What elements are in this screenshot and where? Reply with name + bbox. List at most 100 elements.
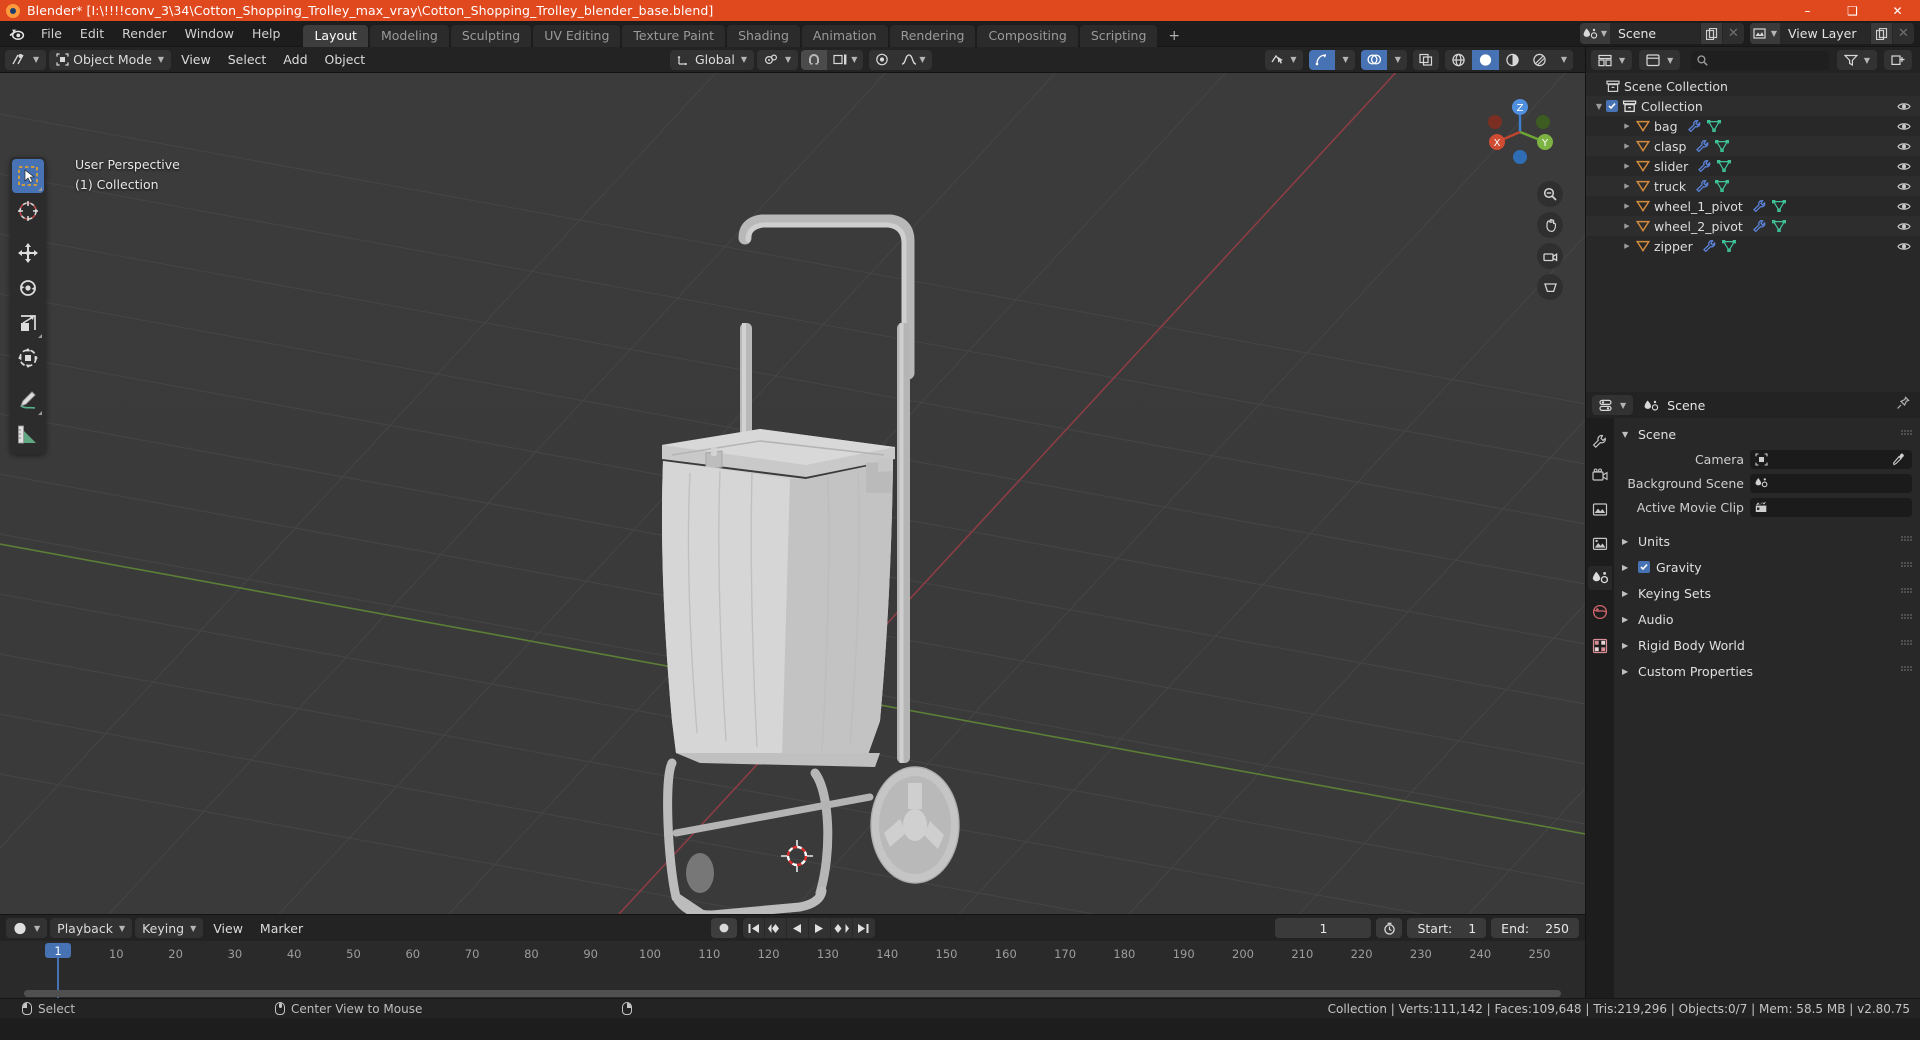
mesh-data-icon[interactable] <box>1715 140 1730 152</box>
play-button[interactable] <box>809 918 831 938</box>
navigation-gizmo[interactable]: Z Y X <box>1479 91 1561 173</box>
toggle-perspective-icon[interactable] <box>1537 274 1563 300</box>
scene-name[interactable]: Scene <box>1610 23 1700 44</box>
outliner-row-object[interactable]: ▶ wheel_1_pivot <box>1586 196 1920 216</box>
show-overlays-toggle[interactable] <box>1360 49 1387 70</box>
previous-keyframe-button[interactable] <box>765 918 787 938</box>
tool-measure[interactable] <box>12 418 44 452</box>
background-scene-field[interactable] <box>1750 473 1912 493</box>
rendered-shading-button[interactable] <box>1526 50 1553 70</box>
gizmo-options-dropdown[interactable]: ▼ <box>1335 50 1355 70</box>
outliner-editor-type-button[interactable]: ▼ <box>1591 50 1633 70</box>
new-scene-button[interactable] <box>1700 23 1722 44</box>
show-gizmo-toggle[interactable] <box>1308 49 1335 70</box>
snap-pivot-dropdown[interactable]: ▼ <box>757 49 799 70</box>
viewlayer-name[interactable]: View Layer <box>1780 23 1870 44</box>
menu-help[interactable]: Help <box>243 23 290 44</box>
mesh-data-icon[interactable] <box>1715 180 1730 192</box>
panel-header-custom-properties[interactable]: ▶ Custom Properties <box>1614 658 1920 684</box>
viewport-menu-view[interactable]: View <box>174 50 218 70</box>
properties-tab-texture[interactable] <box>1588 634 1612 658</box>
properties-tab-view-layer[interactable] <box>1588 532 1612 556</box>
timeline-menu-view[interactable]: View <box>206 918 250 938</box>
mesh-data-icon[interactable] <box>1717 160 1732 172</box>
tool-cursor[interactable] <box>12 194 44 228</box>
object-visibility-toggle[interactable] <box>1897 116 1911 136</box>
use-preview-range-button[interactable] <box>1376 918 1403 938</box>
object-visibility-toggle[interactable] <box>1897 236 1911 256</box>
tab-scripting[interactable]: Scripting <box>1079 24 1158 47</box>
properties-editor-type-button[interactable]: ▼ <box>1592 395 1634 415</box>
window-minimize-button[interactable]: – <box>1785 0 1830 21</box>
proportional-editing-toggle[interactable] <box>869 50 895 70</box>
mesh-data-icon[interactable] <box>1771 220 1786 232</box>
panel-header-gravity[interactable]: ▶ Gravity <box>1614 554 1920 580</box>
pin-icon[interactable] <box>1896 396 1910 414</box>
object-disclosure-triangle[interactable]: ▶ <box>1620 162 1634 170</box>
move-view-icon[interactable] <box>1537 212 1563 238</box>
object-visibility-icon[interactable]: ▼ <box>1265 50 1302 70</box>
camera-view-icon[interactable] <box>1537 243 1563 269</box>
tool-scale[interactable] <box>12 306 44 340</box>
modifier-icon[interactable] <box>1702 240 1717 252</box>
object-visibility-toggle[interactable] <box>1897 156 1911 176</box>
tab-sculpting[interactable]: Sculpting <box>450 24 532 47</box>
gravity-checkbox[interactable] <box>1638 561 1650 573</box>
viewport-menu-add[interactable]: Add <box>276 50 314 70</box>
tool-rotate[interactable] <box>12 271 44 305</box>
menu-edit[interactable]: Edit <box>71 23 113 44</box>
outliner-filter-button[interactable]: ▼ <box>1836 50 1877 70</box>
jump-to-start-button[interactable] <box>743 918 765 938</box>
panel-header-keying-sets[interactable]: ▶ Keying Sets <box>1614 580 1920 606</box>
snap-target-dropdown[interactable]: ▼ <box>827 50 863 70</box>
object-disclosure-triangle[interactable]: ▶ <box>1620 122 1634 130</box>
camera-field[interactable] <box>1750 449 1912 469</box>
modifier-icon[interactable] <box>1752 200 1767 212</box>
window-maximize-button[interactable]: ❑ <box>1830 0 1875 21</box>
timeline-menu-marker[interactable]: Marker <box>253 918 310 938</box>
add-workspace-button[interactable]: + <box>1159 25 1189 47</box>
mesh-data-icon[interactable] <box>1706 120 1721 132</box>
jump-to-end-button[interactable] <box>853 918 875 938</box>
outliner-row-object[interactable]: ▶ wheel_2_pivot <box>1586 216 1920 236</box>
collection-visibility-toggle[interactable] <box>1897 96 1911 116</box>
auto-keying-button[interactable] <box>710 918 737 938</box>
start-frame-field[interactable]: Start: 1 <box>1407 918 1487 938</box>
properties-tab-scene[interactable] <box>1588 566 1612 590</box>
timeline-scrollbar[interactable] <box>6 990 1579 997</box>
mesh-data-icon[interactable] <box>1771 200 1786 212</box>
tab-modeling[interactable]: Modeling <box>369 24 449 47</box>
outliner-search-input[interactable] <box>1691 50 1829 70</box>
transform-orientation-dropdown[interactable]: Global ▼ <box>670 49 755 70</box>
remove-scene-button[interactable]: ✕ <box>1722 23 1744 44</box>
tab-texture-paint[interactable]: Texture Paint <box>622 24 726 47</box>
tab-uv-editing[interactable]: UV Editing <box>533 24 621 47</box>
viewport-3d[interactable]: User Perspective (1) Collection Z Y X <box>0 73 1585 914</box>
tab-animation[interactable]: Animation <box>801 24 888 47</box>
scene-datablock[interactable]: ▼ Scene ✕ <box>1580 23 1744 44</box>
panel-header-audio[interactable]: ▶ Audio <box>1614 606 1920 632</box>
object-disclosure-triangle[interactable]: ▶ <box>1620 242 1634 250</box>
menu-file[interactable]: File <box>32 23 71 44</box>
object-disclosure-triangle[interactable]: ▶ <box>1620 202 1634 210</box>
next-keyframe-button[interactable] <box>831 918 853 938</box>
zoom-view-icon[interactable] <box>1537 181 1563 207</box>
object-disclosure-triangle[interactable]: ▶ <box>1620 222 1634 230</box>
outliner-row-object[interactable]: ▶ bag <box>1586 116 1920 136</box>
modifier-icon[interactable] <box>1752 220 1767 232</box>
outliner-new-collection-button[interactable] <box>1884 50 1912 70</box>
outliner-row-object[interactable]: ▶ slider <box>1586 156 1920 176</box>
properties-tab-output[interactable] <box>1588 498 1612 522</box>
outliner-tree[interactable]: Scene Collection ▼ Collection ▶ bag ▶ cl… <box>1586 73 1920 392</box>
new-viewlayer-button[interactable] <box>1870 23 1892 44</box>
solid-shading-button[interactable] <box>1471 49 1499 70</box>
collection-enable-checkbox[interactable] <box>1606 100 1618 112</box>
viewport-menu-object[interactable]: Object <box>318 50 373 70</box>
editor-type-button[interactable]: ▼ <box>5 49 47 70</box>
panel-header-rigid-body-world[interactable]: ▶ Rigid Body World <box>1614 632 1920 658</box>
playhead-handle[interactable]: 1 <box>45 943 71 958</box>
tab-shading[interactable]: Shading <box>727 24 800 47</box>
collection-disclosure-triangle[interactable]: ▼ <box>1592 102 1606 111</box>
interaction-mode-dropdown[interactable]: Object Mode ▼ <box>49 49 172 70</box>
play-reverse-button[interactable] <box>787 918 809 938</box>
